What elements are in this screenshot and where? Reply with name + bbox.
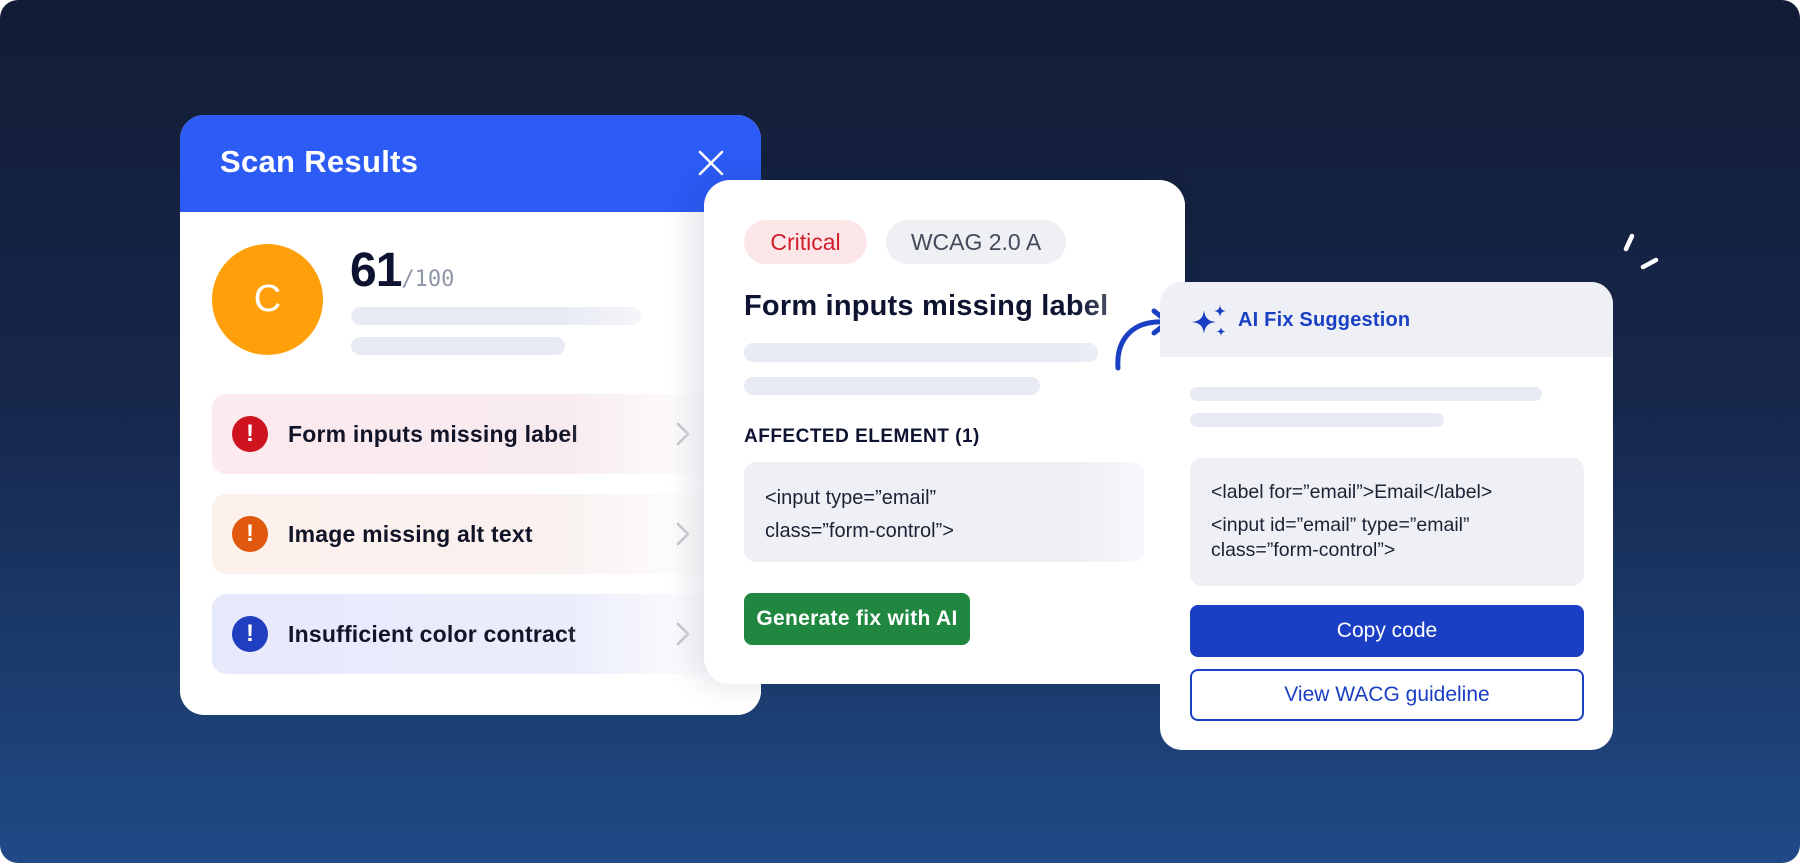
code-line: <input type=”email” bbox=[765, 487, 937, 509]
affected-element-heading: AFFECTED ELEMENT (1) bbox=[744, 426, 980, 447]
placeholder-line bbox=[351, 307, 641, 325]
placeholder-line bbox=[744, 343, 1098, 362]
issue-detail-panel: Critical WCAG 2.0 A Form inputs missing … bbox=[704, 180, 1185, 684]
placeholder-line bbox=[1190, 387, 1542, 401]
score: 61/100 bbox=[350, 243, 454, 298]
placeholder-line bbox=[1190, 413, 1444, 427]
ai-fix-title: AI Fix Suggestion bbox=[1238, 309, 1411, 331]
issue-label: Image missing alt text bbox=[288, 521, 533, 547]
code-line: <label for=”email”>Email</label> bbox=[1211, 481, 1493, 503]
sparkle-icon bbox=[1192, 305, 1226, 336]
issue-item-color-contrast[interactable]: ! Insufficient color contract bbox=[212, 594, 761, 674]
scan-results-panel: Scan Results C 61/100 ! Form inputs miss… bbox=[180, 115, 761, 715]
chevron-right-icon bbox=[676, 422, 690, 446]
ai-fix-header: AI Fix Suggestion bbox=[1160, 282, 1613, 357]
affected-code-block: <input type=”email” class=”form-control”… bbox=[744, 462, 1144, 562]
code-line: <input id=”email” type=”email” class=”fo… bbox=[1211, 514, 1470, 561]
chevron-right-icon bbox=[676, 622, 690, 646]
generate-fix-button[interactable]: Generate fix with AI bbox=[744, 593, 970, 645]
exclamation-icon: ! bbox=[232, 616, 268, 652]
score-max: /100 bbox=[401, 267, 455, 292]
placeholder-line bbox=[744, 377, 1040, 395]
wcag-badge: WCAG 2.0 A bbox=[886, 220, 1066, 264]
exclamation-icon: ! bbox=[232, 516, 268, 552]
issue-item-image-alt[interactable]: ! Image missing alt text bbox=[212, 494, 761, 574]
close-icon[interactable] bbox=[697, 149, 725, 177]
exclamation-icon: ! bbox=[232, 416, 268, 452]
grade-badge: C bbox=[212, 244, 323, 355]
scan-results-header: Scan Results bbox=[180, 115, 761, 212]
code-line: class=”form-control”> bbox=[765, 520, 954, 542]
burst-lines-icon bbox=[1623, 233, 1659, 270]
hero-background: Scan Results C 61/100 ! Form inputs miss… bbox=[0, 0, 1800, 863]
ai-fix-panel: AI Fix Suggestion <label for=”email”>Ema… bbox=[1160, 282, 1613, 750]
issue-label: Insufficient color contract bbox=[288, 621, 576, 647]
suggested-code-block: <label for=”email”>Email</label> <input … bbox=[1190, 458, 1584, 586]
placeholder-line bbox=[351, 337, 565, 355]
issue-item-form-inputs[interactable]: ! Form inputs missing label bbox=[212, 394, 761, 474]
copy-code-button[interactable]: Copy code bbox=[1190, 605, 1584, 657]
issue-title: Form inputs missing label bbox=[744, 290, 1109, 322]
chevron-right-icon bbox=[676, 522, 690, 546]
score-value: 61 bbox=[350, 244, 402, 297]
severity-badge: Critical bbox=[744, 220, 867, 264]
view-guideline-button[interactable]: View WACG guideline bbox=[1190, 669, 1584, 721]
panel-title: Scan Results bbox=[220, 144, 419, 179]
issue-label: Form inputs missing label bbox=[288, 421, 578, 447]
